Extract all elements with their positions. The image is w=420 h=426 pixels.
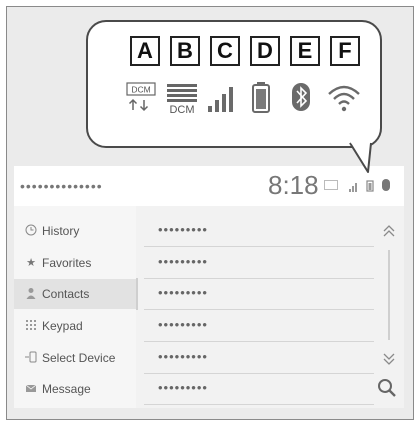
callout-pointer [349, 140, 372, 173]
